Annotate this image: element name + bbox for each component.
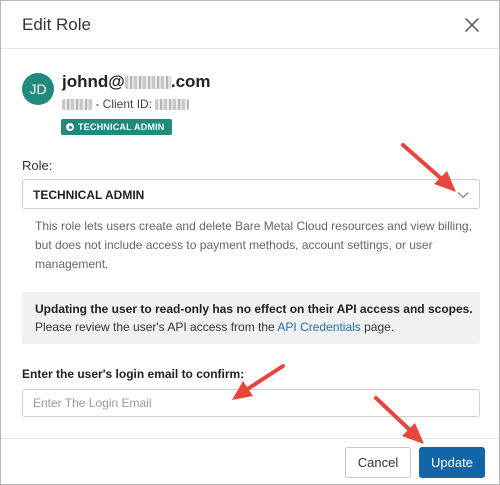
redacted-domain: [124, 76, 171, 90]
avatar: JD: [22, 73, 54, 105]
client-id-line: - Client ID:: [62, 97, 190, 111]
edit-role-dialog: Edit Role JD johnd@ .com - Client ID: TEC…: [0, 0, 500, 485]
redacted-company: [62, 99, 92, 111]
role-description: This role lets users create and delete B…: [35, 219, 472, 271]
user-email: johnd@ .com: [62, 72, 211, 92]
login-email-input[interactable]: [22, 389, 480, 417]
badge-dot-icon: [66, 123, 74, 131]
user-email-suffix: .com: [170, 72, 211, 91]
notice-text: Please review the user's API access from…: [35, 320, 394, 334]
role-select-value: TECHNICAL ADMIN: [33, 188, 145, 202]
close-icon[interactable]: [462, 15, 482, 35]
redacted-client-id: [155, 99, 190, 111]
notice-text-before: Please review the user's API access from…: [35, 320, 275, 334]
confirm-email-label: Enter the user's login email to confirm:: [22, 367, 245, 381]
client-id-label: - Client ID:: [95, 97, 153, 111]
update-button[interactable]: Update: [419, 447, 485, 478]
role-badge: TECHNICAL ADMIN: [61, 119, 172, 135]
role-badge-label: TECHNICAL ADMIN: [78, 122, 165, 132]
user-email-prefix: johnd@: [62, 72, 125, 91]
role-select[interactable]: TECHNICAL ADMIN: [22, 179, 480, 209]
chevron-down-icon: [457, 192, 469, 199]
api-access-notice: Updating the user to read-only has no ef…: [22, 292, 480, 344]
api-credentials-link[interactable]: API Credentials: [277, 320, 360, 334]
notice-heading: Updating the user to read-only has no ef…: [35, 302, 473, 316]
role-label: Role:: [22, 158, 53, 173]
dialog-title: Edit Role: [22, 15, 91, 34]
notice-text-after: page.: [364, 320, 395, 334]
dialog-header: Edit Role: [1, 1, 499, 49]
cancel-button[interactable]: Cancel: [345, 447, 411, 478]
